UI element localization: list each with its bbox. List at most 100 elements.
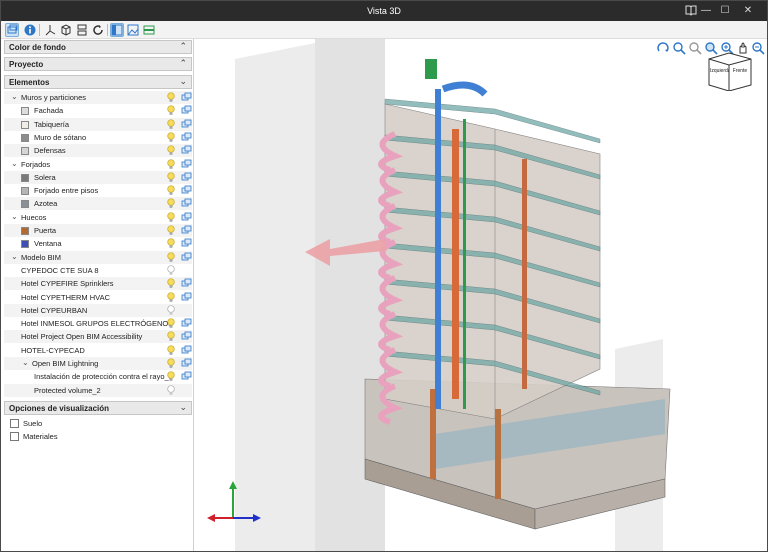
tree-item-bim[interactable]: CYPEDOC CTE SUA 8: [4, 264, 192, 277]
tree-item-lightning[interactable]: Protected volume_2: [4, 383, 192, 397]
materials-checkbox[interactable]: [10, 432, 19, 441]
section-elements[interactable]: Elementos ⌄: [4, 75, 192, 89]
tree-item[interactable]: Puerta: [4, 224, 192, 237]
chevron-down-icon[interactable]: ⌄: [11, 252, 18, 261]
maximize-button[interactable]: ☐: [718, 4, 732, 18]
visibility-bulb-icon[interactable]: [166, 251, 176, 263]
layer-icon[interactable]: [181, 292, 192, 302]
layer-icon[interactable]: [181, 318, 192, 328]
tree-item-bim[interactable]: HOTEL-CYPECAD: [4, 344, 192, 357]
visibility-bulb-icon[interactable]: [166, 105, 176, 116]
rotate-icon[interactable]: [91, 23, 105, 37]
layer-icon[interactable]: [181, 159, 192, 169]
view-icon[interactable]: [126, 23, 140, 37]
layer-icon[interactable]: [181, 185, 192, 195]
tree-group-huecos[interactable]: ⌄ Huecos: [4, 211, 192, 224]
visibility-bulb-icon[interactable]: [166, 278, 176, 289]
visibility-bulb-icon[interactable]: [166, 172, 176, 183]
layer-icon[interactable]: [181, 132, 192, 142]
chevron-down-icon[interactable]: ⌄: [11, 212, 18, 221]
color-swatch[interactable]: [21, 120, 29, 129]
layers-icon[interactable]: [5, 23, 19, 37]
layer-icon[interactable]: [181, 238, 192, 248]
tree-item[interactable]: Tabiquería: [4, 117, 192, 131]
layer-icon[interactable]: [181, 92, 192, 102]
tree-item[interactable]: Fachada: [4, 104, 192, 117]
tree-item[interactable]: Forjado entre pisos: [4, 184, 192, 197]
tree-item[interactable]: Solera: [4, 170, 192, 184]
color-swatch[interactable]: [21, 147, 29, 156]
layer-icon[interactable]: [181, 198, 192, 208]
layer-icon[interactable]: [181, 225, 192, 235]
layer-icon[interactable]: [181, 358, 192, 368]
visibility-bulb-icon[interactable]: [166, 118, 176, 130]
chevron-down-icon[interactable]: ⌄: [179, 76, 187, 87]
visibility-bulb-icon[interactable]: [166, 225, 176, 236]
visibility-bulb-icon[interactable]: [166, 384, 176, 396]
layer-icon[interactable]: [181, 119, 192, 129]
layer-icon[interactable]: [181, 345, 192, 355]
level-icon[interactable]: [142, 23, 156, 37]
layer-icon[interactable]: [181, 371, 192, 381]
visibility-bulb-icon[interactable]: [166, 291, 176, 303]
info-icon[interactable]: [23, 23, 37, 37]
tree-item[interactable]: Ventana: [4, 237, 192, 250]
visibility-bulb-icon[interactable]: [166, 358, 176, 369]
visibility-bulb-icon[interactable]: [166, 265, 176, 276]
visibility-bulb-icon[interactable]: [166, 145, 176, 156]
tree-item-bim[interactable]: Hotel CYPETHERM HVAC: [4, 291, 192, 304]
visibility-bulb-icon[interactable]: [166, 331, 176, 342]
layer-icon[interactable]: [181, 145, 192, 155]
tree-item-bim[interactable]: Hotel Project Open BIM Accessibility: [4, 330, 192, 344]
visibility-bulb-icon[interactable]: [166, 212, 176, 223]
chevron-down-icon[interactable]: ⌄: [179, 402, 187, 413]
stack-icon[interactable]: [75, 23, 89, 37]
close-button[interactable]: ✕: [741, 4, 755, 18]
floor-checkbox[interactable]: [10, 419, 19, 428]
tree-group-bim[interactable]: ⌄ Modelo BIM: [4, 250, 192, 264]
chevron-up-icon[interactable]: ⌃: [179, 41, 187, 52]
visibility-bulb-icon[interactable]: [166, 345, 176, 356]
tree-group-lightning[interactable]: ⌄ Open BIM Lightning: [4, 357, 192, 370]
color-swatch[interactable]: [21, 187, 29, 196]
layer-icon[interactable]: [181, 172, 192, 182]
visibility-bulb-icon[interactable]: [166, 132, 176, 143]
chevron-down-icon[interactable]: ⌄: [11, 92, 18, 101]
layer-icon[interactable]: [181, 331, 192, 341]
axes-icon[interactable]: [43, 23, 57, 37]
color-swatch[interactable]: [21, 227, 29, 235]
minimize-button[interactable]: —: [699, 4, 713, 18]
layer-icon[interactable]: [181, 212, 192, 222]
section-project[interactable]: Proyecto ⌃: [4, 57, 192, 71]
layer-icon[interactable]: [181, 105, 192, 115]
visibility-bulb-icon[interactable]: [166, 318, 176, 329]
visibility-bulb-icon[interactable]: [166, 158, 176, 170]
tree-item[interactable]: Muro de sótano: [4, 131, 192, 144]
3d-viewport[interactable]: Izquierda Frente: [195, 39, 767, 551]
building-model[interactable]: [195, 39, 767, 551]
section-display-options[interactable]: Opciones de visualización ⌄: [4, 401, 192, 415]
tree-group-forjados[interactable]: ⌄ Forjados: [4, 158, 192, 171]
panel-toggle-icon[interactable]: [110, 23, 124, 37]
option-floor[interactable]: Suelo: [4, 417, 192, 430]
chevron-down-icon[interactable]: ⌄: [11, 159, 18, 168]
layer-icon[interactable]: [181, 278, 192, 288]
color-swatch[interactable]: [21, 240, 29, 249]
tree-item-bim[interactable]: Hotel CYPEURBAN: [4, 303, 192, 317]
chevron-down-icon[interactable]: ⌄: [22, 358, 29, 367]
visibility-bulb-icon[interactable]: [166, 185, 176, 196]
tree-item-bim[interactable]: Hotel INMESOL GRUPOS ELECTRÓGENOS: [4, 317, 192, 330]
visibility-bulb-icon[interactable]: [166, 198, 176, 209]
tree-item[interactable]: Defensas: [4, 144, 192, 158]
tree-item-bim[interactable]: Hotel CYPEFIRE Sprinklers: [4, 277, 192, 291]
section-background-color[interactable]: Color de fondo ⌃: [4, 40, 192, 54]
visibility-bulb-icon[interactable]: [166, 238, 176, 249]
color-swatch[interactable]: [21, 200, 29, 209]
cube-icon[interactable]: [59, 23, 73, 37]
chevron-up-icon[interactable]: ⌃: [179, 58, 187, 69]
color-swatch[interactable]: [21, 107, 29, 116]
option-materials[interactable]: Materiales: [4, 430, 192, 443]
color-swatch[interactable]: [21, 173, 29, 182]
visibility-bulb-icon[interactable]: [166, 371, 176, 382]
layer-icon[interactable]: [181, 252, 192, 262]
